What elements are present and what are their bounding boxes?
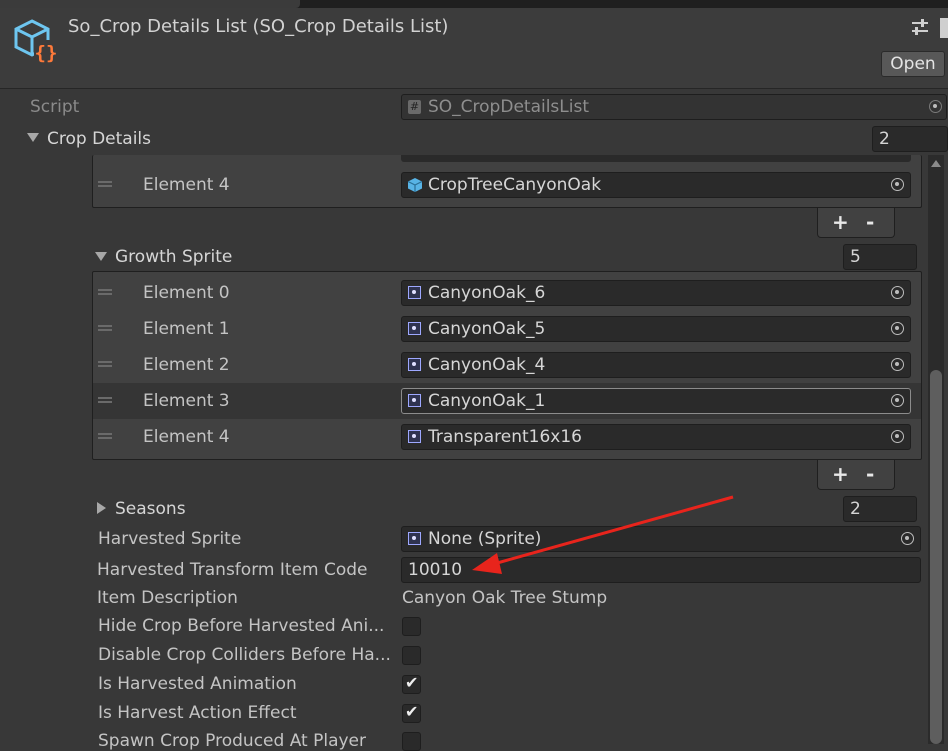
annotation-arrow: [472, 495, 734, 574]
